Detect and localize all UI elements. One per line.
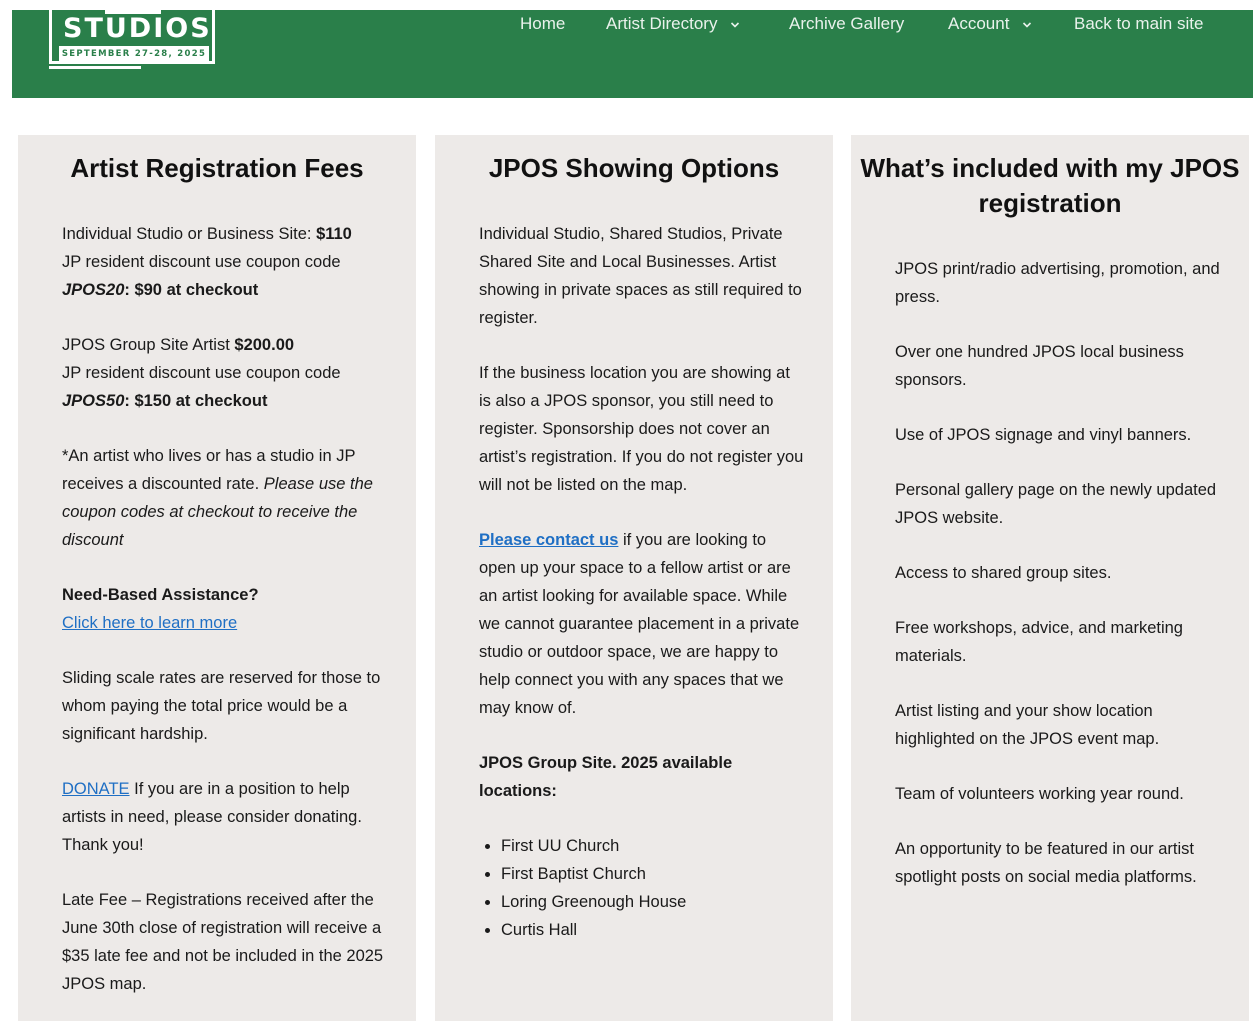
nav-account-label: Account (948, 14, 1010, 33)
included-body: JPOS print/radio advertising, promotion,… (895, 255, 1220, 918)
site-header: STUDIOS SEPTEMBER 27-28, 2025 Home Artis… (12, 10, 1253, 98)
contact-block: Please contact us if you are looking to … (479, 526, 804, 722)
showing-types-text: Individual Studio, Shared Studios, Priva… (479, 225, 802, 327)
contact-text: if you are looking to open up your space… (479, 531, 800, 717)
individual-fee-text: Individual Studio or Business Site: $110… (62, 220, 392, 304)
list-item: Personal gallery page on the newly updat… (895, 481, 1217, 527)
individual-fee-price: $110 (316, 225, 352, 243)
list-item: An opportunity to be featured in our art… (895, 840, 1197, 886)
group-site-heading-text: JPOS Group Site. 2025 available location… (479, 754, 733, 800)
individual-discount-price: : $90 at checkout (124, 281, 259, 299)
list-item: Access to shared group sites. (895, 564, 1112, 582)
showing-options-title: JPOS Showing Options (488, 153, 780, 183)
list-item: First Baptist Church (501, 860, 804, 888)
list-item: Team of volunteers working year round. (895, 785, 1184, 803)
late-fee-text: Late Fee – Registrations received after … (62, 891, 384, 993)
resident-discount-note: *An artist who lives or has a studio in … (62, 442, 392, 554)
assistance-heading: Need-Based Assistance? (62, 586, 259, 604)
nav-artist-directory[interactable]: Artist Directory (606, 12, 740, 36)
donate-link[interactable]: DONATE (62, 780, 130, 798)
chevron-down-icon (731, 21, 740, 28)
contact-us-link[interactable]: Please contact us (479, 531, 618, 549)
sliding-scale-text: Sliding scale rates are reserved for tho… (62, 669, 381, 743)
chevron-down-icon (1023, 21, 1032, 28)
list-item: Free workshops, advice, and marketing ma… (895, 619, 1183, 665)
donate-block: DONATE If you are in a position to help … (62, 775, 392, 859)
individual-discount-label: JP resident discount use coupon code (62, 253, 341, 271)
list-item: JPOS print/radio advertising, promotion,… (895, 260, 1220, 306)
group-fee-text: JPOS Group Site Artist $200.00 JP reside… (62, 331, 392, 415)
group-fee-price: $200.00 (234, 336, 295, 354)
group-discount-label: JP resident discount use coupon code (62, 364, 341, 382)
showing-options-body: Individual Studio, Shared Studios, Priva… (479, 220, 804, 944)
nav-back-to-main-site[interactable]: Back to main site (1074, 12, 1203, 36)
group-discount-price: : $150 at checkout (124, 392, 268, 410)
nav-artist-directory-label: Artist Directory (606, 14, 718, 33)
coupon-code-jpos50: JPOS50 (62, 392, 125, 410)
registration-fees-title: Artist Registration Fees (70, 153, 364, 183)
group-fee-label: JPOS Group Site Artist (62, 336, 235, 354)
nav-account[interactable]: Account (948, 12, 1032, 36)
registration-fees-panel: Artist Registration Fees Individual Stud… (18, 135, 416, 1021)
assistance-block: Need-Based Assistance? Click here to lea… (62, 581, 392, 637)
showing-options-panel: JPOS Showing Options Individual Studio, … (435, 135, 833, 1021)
list-item: Loring Greenough House (501, 888, 804, 916)
location-list: First UU Church First Baptist Church Lor… (479, 832, 804, 944)
sponsor-note-text: If the business location you are showing… (479, 364, 804, 494)
logo-frame-tail (49, 66, 141, 69)
list-item: Curtis Hall (501, 916, 804, 944)
group-site-heading: JPOS Group Site. 2025 available location… (479, 749, 804, 805)
nav-archive-gallery[interactable]: Archive Gallery (789, 12, 904, 36)
logo-dates: SEPTEMBER 27-28, 2025 (59, 46, 209, 63)
nav-home[interactable]: Home (520, 12, 565, 36)
registration-fees-body: Individual Studio or Business Site: $110… (62, 220, 392, 1025)
included-panel: What’s included with my JPOS registratio… (851, 135, 1249, 1021)
list-item: Over one hundred JPOS local business spo… (895, 343, 1184, 389)
coupon-code-jpos20: JPOS20 (62, 281, 125, 299)
list-item: Artist listing and your show location hi… (895, 702, 1160, 748)
included-title: What’s included with my JPOS registratio… (860, 153, 1240, 218)
main-nav: Home Artist Directory Archive Gallery Ac… (12, 12, 1253, 36)
assistance-learn-more-link[interactable]: Click here to learn more (62, 614, 237, 632)
list-item: Use of JPOS signage and vinyl banners. (895, 426, 1192, 444)
list-item: First UU Church (501, 832, 804, 860)
individual-fee-label: Individual Studio or Business Site: (62, 225, 317, 243)
